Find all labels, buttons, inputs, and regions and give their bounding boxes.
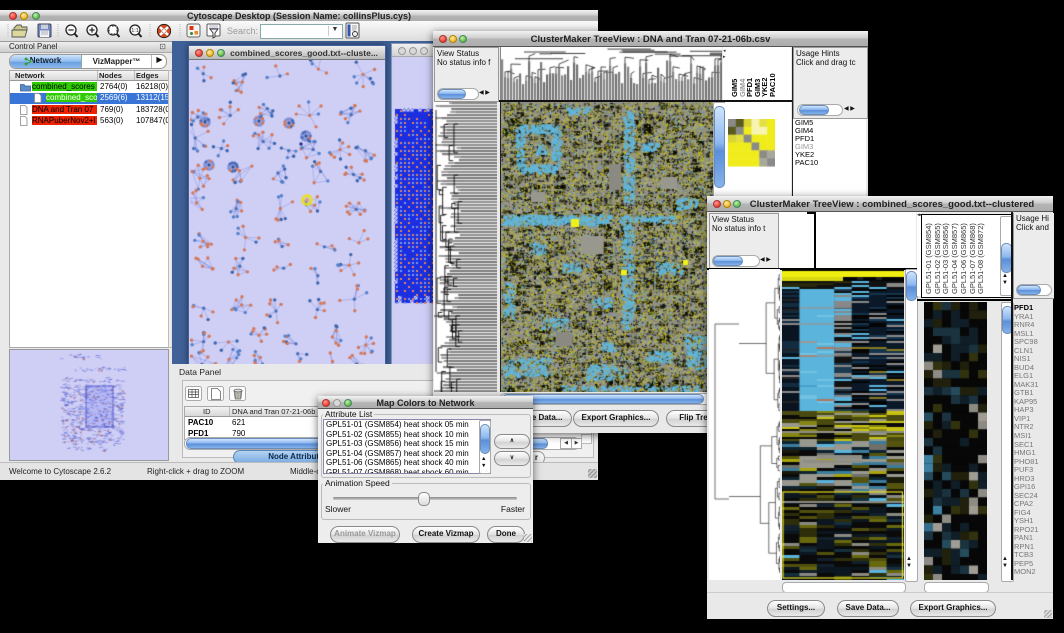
svg-text:1:1: 1:1 bbox=[131, 28, 139, 34]
